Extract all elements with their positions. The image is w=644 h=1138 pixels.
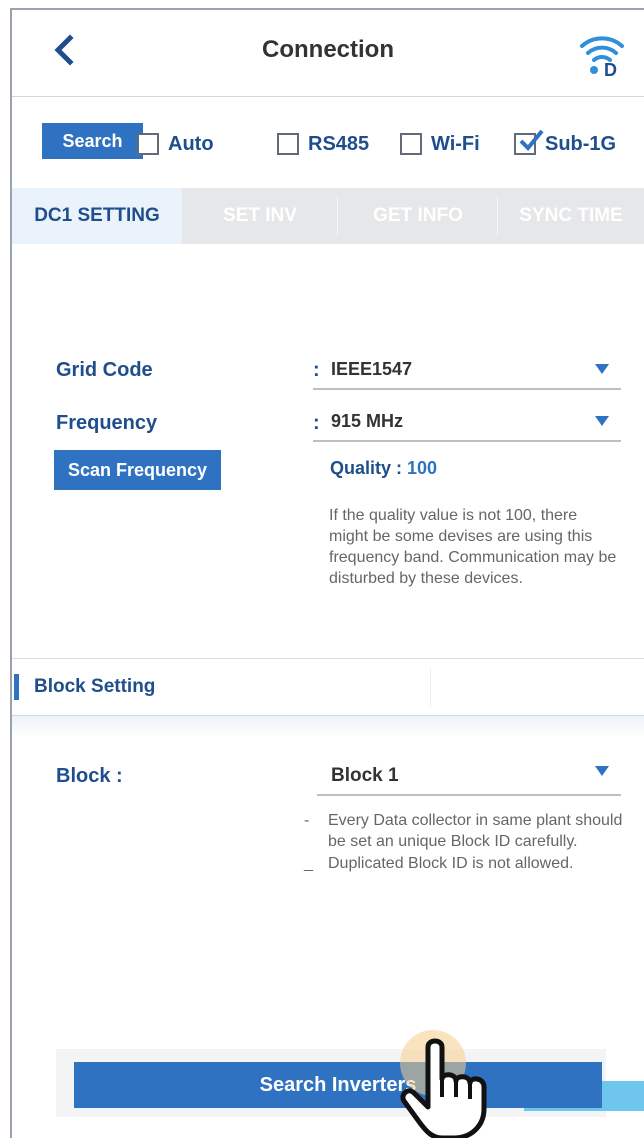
header-bar: Connection D bbox=[12, 10, 644, 97]
rs485-checkbox[interactable]: RS485 bbox=[277, 132, 369, 156]
grid-code-value: IEEE1547 bbox=[331, 359, 413, 379]
tab-bar: DC1 SETTING SET INV GET INFO SYNC TIME bbox=[12, 188, 644, 244]
scan-frequency-button[interactable]: Scan Frequency bbox=[54, 450, 221, 490]
checkbox-box bbox=[400, 133, 422, 155]
svg-text:D: D bbox=[604, 60, 617, 78]
frequency-value: 915 MHz bbox=[331, 411, 404, 431]
tab-label: SYNC TIME bbox=[519, 205, 623, 226]
section-accent bbox=[14, 674, 19, 700]
tab-dc1-setting[interactable]: DC1 SETTING bbox=[12, 188, 182, 244]
block-value: Block 1 bbox=[331, 765, 399, 786]
sub1g-label: Sub-1G bbox=[545, 132, 617, 155]
pointing-hand-icon bbox=[400, 1038, 487, 1138]
quality-label: Quality : bbox=[330, 458, 408, 478]
grid-code-label: Grid Code bbox=[56, 359, 153, 381]
wifi-label: Wi-Fi bbox=[431, 132, 480, 155]
tab-label: SET INV bbox=[223, 205, 297, 226]
block-notes: - Every Data collector in same plant sho… bbox=[304, 810, 624, 875]
dropdown-arrow-icon bbox=[595, 416, 609, 426]
tab-label: DC1 SETTING bbox=[34, 205, 160, 226]
quality-readout: Quality : 100 bbox=[330, 458, 437, 479]
grid-code-select[interactable]: IEEE1547 bbox=[313, 356, 621, 390]
block-select[interactable]: Block 1 bbox=[317, 762, 621, 796]
block-setting-header: Block Setting bbox=[12, 658, 644, 717]
tab-sync-time[interactable]: SYNC TIME bbox=[498, 188, 644, 244]
dropdown-arrow-icon bbox=[595, 364, 609, 374]
checkbox-box bbox=[137, 133, 159, 155]
frequency-select[interactable]: 915 MHz bbox=[313, 408, 621, 442]
auto-label: Auto bbox=[168, 132, 214, 155]
tab-label: GET INFO bbox=[373, 205, 463, 226]
quality-note: If the quality value is not 100, there m… bbox=[329, 507, 617, 587]
bullet-dash: _ bbox=[304, 855, 313, 872]
quality-value: 100 bbox=[407, 458, 438, 478]
note-text: Every Data collector in same plant shoul… bbox=[328, 812, 623, 850]
connection-type-row: Search Auto RS485 Wi-Fi Sub-1G bbox=[12, 96, 644, 189]
list-item: _ Duplicated Block ID is not allowed. bbox=[304, 853, 624, 874]
page-title: Connection bbox=[262, 36, 394, 63]
checkmark-icon bbox=[519, 129, 544, 151]
bullet-dash: - bbox=[304, 812, 310, 829]
note-text: Duplicated Block ID is not allowed. bbox=[328, 855, 574, 872]
rs485-label: RS485 bbox=[308, 132, 370, 155]
checkbox-box bbox=[514, 129, 544, 155]
wifi-d-icon[interactable]: D bbox=[578, 26, 626, 78]
frequency-label: Frequency bbox=[56, 412, 158, 434]
list-item: - Every Data collector in same plant sho… bbox=[304, 810, 624, 852]
sub1g-checkbox[interactable]: Sub-1G bbox=[514, 129, 617, 156]
tab-set-inv[interactable]: SET INV bbox=[182, 188, 338, 244]
block-label: Block : bbox=[56, 765, 123, 787]
block-setting-title: Block Setting bbox=[34, 676, 156, 697]
search-inverters-button[interactable]: Search Inverters bbox=[74, 1062, 602, 1108]
dropdown-arrow-icon bbox=[595, 766, 609, 776]
chevron-left-icon[interactable] bbox=[46, 30, 86, 70]
wifi-checkbox[interactable]: Wi-Fi bbox=[400, 132, 480, 156]
tab-get-info[interactable]: GET INFO bbox=[338, 188, 498, 244]
checkbox-box bbox=[277, 133, 299, 155]
search-button[interactable]: Search bbox=[42, 123, 143, 159]
auto-checkbox[interactable]: Auto bbox=[137, 132, 214, 156]
